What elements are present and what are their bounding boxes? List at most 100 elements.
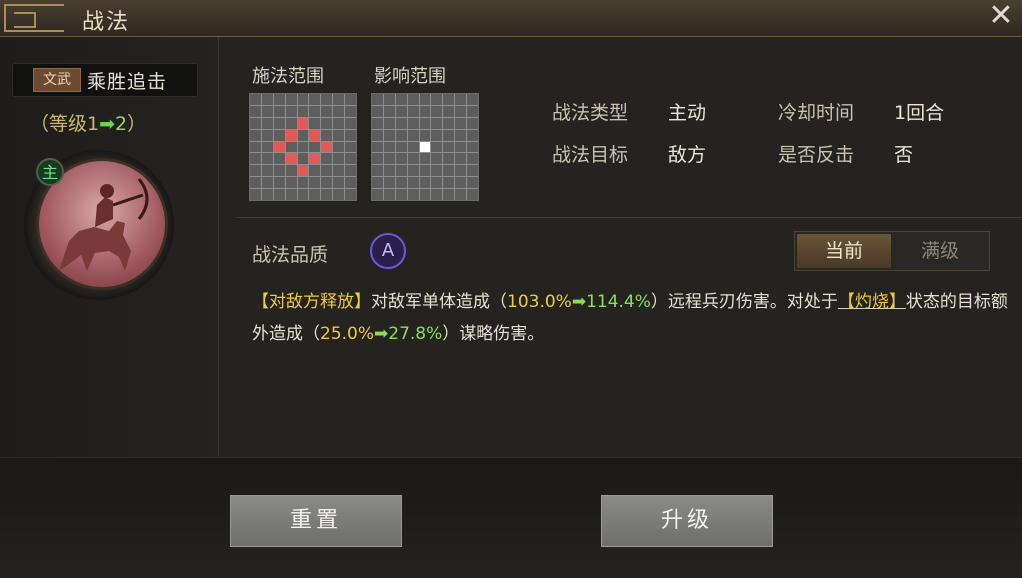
grid-cell [297,177,309,189]
skill-type-label: 战法类型 [552,102,629,124]
level-close: ） [127,113,147,135]
grid-cell [321,94,333,105]
grid-cell [261,141,273,153]
grid-cell [467,177,478,189]
arrow-right-icon: ➡ [374,324,389,344]
reset-button[interactable]: 重置 [230,495,402,547]
grid-cell [321,153,333,165]
grid-cell [443,94,455,105]
grid-cell [333,153,345,165]
grid-cell [261,165,273,177]
grid-cell [419,94,431,105]
grid-cell [372,129,383,141]
grid-cell [285,141,297,153]
grid-cell [383,117,395,129]
grid-cell [467,129,478,141]
quality-label: 战法品质 [252,244,329,266]
grid-cell [455,141,467,153]
title-ornament-icon [4,4,64,32]
grid-cell [443,165,455,177]
grid-cell [285,117,297,129]
counter-attack-label: 是否反击 [778,144,855,166]
grid-cell [297,117,309,129]
grid-cell [309,165,321,177]
grid-cell [273,141,285,153]
grid-cell [372,153,383,165]
grid-cell [455,94,467,105]
grid-cell [407,129,419,141]
tab-current[interactable]: 当前 [797,234,891,268]
upgrade-button[interactable]: 升级 [601,495,773,547]
grid-cell [419,105,431,117]
skill-description: 【对敌方释放】对敌军单体造成（103.0%➡114.4%）远程兵刃伤害。对处于【… [252,286,1012,350]
damage-ratio-to: 114.4% [586,292,651,312]
grid-cell [419,189,431,200]
grid-cell [285,129,297,141]
grid-cell [297,129,309,141]
grid-cell [261,94,273,105]
grid-cell [372,177,383,189]
grid-cell [383,153,395,165]
grid-cell [395,177,407,189]
grid-cell [250,105,261,117]
effect-range-grid [371,93,479,201]
grid-cell [443,117,455,129]
grid-cell [419,165,431,177]
grid-cell [395,153,407,165]
grid-cell [309,189,321,200]
grid-cell [383,129,395,141]
grid-cell [285,153,297,165]
grid-cell [395,141,407,153]
grid-cell [419,117,431,129]
grid-cell [261,129,273,141]
grid-cell [333,129,345,141]
grid-cell [407,141,419,153]
grid-cell [407,94,419,105]
desc-text-1: 对敌军单体造成（ [371,292,507,312]
grid-cell [321,129,333,141]
effect-range-label: 影响范围 [374,66,446,87]
grid-cell [431,141,443,153]
grid-cell [309,94,321,105]
grid-cell [383,177,395,189]
grid-cell [395,189,407,200]
grid-cell [431,153,443,165]
grid-cell [250,141,261,153]
action-bar [0,457,1022,578]
grid-cell [372,94,383,105]
level-view-toggle: 当前 满级 [794,231,990,271]
grid-cell [321,165,333,177]
grid-cell [372,117,383,129]
burn-status-link[interactable]: 【灼烧】 [838,292,906,312]
grid-cell [321,141,333,153]
extra-ratio-from: 25.0% [320,324,375,344]
grid-cell [261,117,273,129]
grid-cell [455,105,467,117]
title-bar: 战法 ✕ [0,0,1022,37]
grid-cell [309,129,321,141]
grid-cell [467,141,478,153]
grid-cell [250,129,261,141]
grid-cell [395,165,407,177]
grid-cell [345,153,356,165]
arrow-right-icon: ➡ [571,292,587,312]
grid-cell [407,153,419,165]
grid-cell [345,94,356,105]
grid-cell [261,177,273,189]
grid-cell [321,105,333,117]
grid-cell [455,129,467,141]
grid-cell [443,105,455,117]
skill-target-value: 敌方 [668,144,707,166]
grid-cell [419,129,431,141]
grid-cell [419,153,431,165]
grid-cell [297,189,309,200]
level-to: 2 [115,113,128,135]
cooldown-label: 冷却时间 [778,102,855,124]
grid-cell [407,165,419,177]
grid-cell [455,117,467,129]
grid-cell [467,189,478,200]
trigger-text: 【对敌方释放】 [252,292,371,312]
tab-max-level[interactable]: 满级 [893,234,987,268]
close-icon[interactable]: ✕ [986,1,1016,32]
grid-cell [250,165,261,177]
